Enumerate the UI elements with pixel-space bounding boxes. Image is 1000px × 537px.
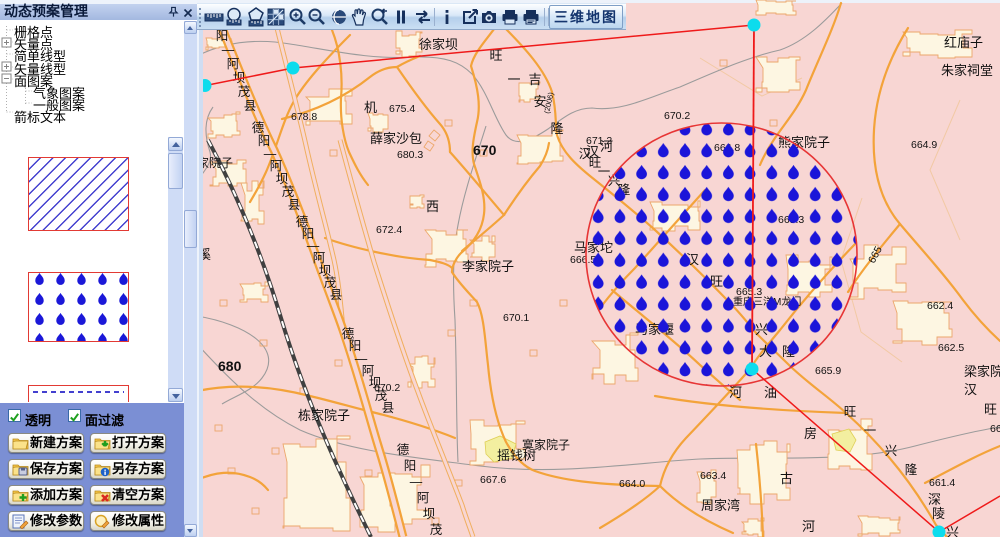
svg-text:吉: 吉: [528, 72, 541, 87]
svg-text:678.8: 678.8: [291, 111, 317, 123]
svg-text:662.5: 662.5: [938, 342, 964, 354]
svg-text:阳: 阳: [349, 339, 362, 353]
svg-text:阿: 阿: [313, 251, 326, 265]
svg-text:670.1: 670.1: [503, 312, 529, 324]
svg-text:周家湾: 周家湾: [701, 498, 740, 513]
svg-text:阳: 阳: [404, 459, 417, 473]
svg-text:阳: 阳: [216, 29, 229, 43]
svg-text:664.9: 664.9: [911, 139, 937, 151]
svg-text:李家院子: 李家院子: [462, 259, 514, 274]
svg-text:房: 房: [804, 426, 817, 441]
svg-text:茂: 茂: [238, 85, 251, 99]
svg-text:隆: 隆: [550, 121, 563, 136]
svg-text:茂: 茂: [282, 185, 295, 199]
svg-text:县: 县: [382, 401, 395, 415]
svg-text:摇钱树: 摇钱树: [497, 448, 536, 463]
svg-text:680: 680: [218, 358, 242, 374]
svg-text:汉: 汉: [586, 144, 599, 159]
svg-text:机: 机: [364, 100, 377, 115]
svg-text:河: 河: [729, 385, 742, 400]
svg-text:坝: 坝: [276, 172, 289, 186]
svg-text:河: 河: [600, 139, 613, 154]
svg-text:隆: 隆: [905, 462, 918, 477]
svg-text:兴: 兴: [885, 444, 898, 458]
svg-text:古: 古: [780, 471, 793, 486]
svg-text:陵: 陵: [932, 506, 945, 521]
svg-text:670: 670: [473, 142, 497, 158]
svg-text:旺: 旺: [489, 48, 502, 63]
svg-text:德: 德: [252, 120, 265, 135]
svg-text:油: 油: [764, 385, 777, 400]
svg-text:徐家坝: 徐家坝: [419, 37, 458, 52]
svg-text:675.4: 675.4: [389, 103, 415, 115]
svg-text:深: 深: [928, 492, 941, 507]
svg-text:680.3: 680.3: [397, 149, 423, 161]
svg-text:661.4: 661.4: [929, 477, 955, 489]
svg-text:坝: 坝: [423, 507, 436, 521]
svg-text:一: 一: [864, 424, 877, 438]
svg-text:670.2: 670.2: [664, 110, 690, 122]
svg-text:—: —: [410, 475, 423, 489]
svg-text:德: 德: [397, 442, 410, 457]
svg-text:阿: 阿: [227, 57, 240, 71]
svg-text:梁家院: 梁家院: [964, 364, 1000, 379]
svg-text:薛家沙包: 薛家沙包: [370, 131, 422, 146]
svg-text:663.4: 663.4: [700, 470, 726, 482]
svg-text:672.4: 672.4: [376, 224, 402, 236]
svg-text:县: 县: [330, 288, 343, 302]
svg-text:66: 66: [990, 423, 1000, 435]
svg-text:阳: 阳: [258, 134, 271, 148]
svg-text:县: 县: [288, 198, 301, 212]
svg-text:红庙子: 红庙子: [944, 35, 983, 50]
svg-text:旺: 旺: [984, 402, 997, 417]
svg-text:667.6: 667.6: [480, 474, 506, 486]
svg-text:—: —: [222, 43, 235, 57]
svg-text:阿: 阿: [270, 159, 283, 173]
svg-text:朱家祠堂: 朱家祠堂: [941, 63, 993, 78]
svg-text:阿: 阿: [417, 491, 430, 505]
svg-text:旺: 旺: [844, 405, 857, 419]
svg-text:670.2: 670.2: [374, 382, 400, 394]
svg-text:664.0: 664.0: [619, 478, 645, 490]
svg-text:665.9: 665.9: [815, 365, 841, 377]
svg-text:栋家院子: 栋家院子: [298, 408, 350, 423]
svg-text:汉: 汉: [964, 382, 977, 397]
svg-text:县: 县: [244, 99, 257, 113]
svg-text:河: 河: [802, 519, 815, 534]
svg-text:662.4: 662.4: [927, 300, 953, 312]
svg-text:茂: 茂: [430, 523, 443, 537]
svg-text:西: 西: [426, 199, 439, 214]
svg-text:一: 一: [507, 72, 520, 87]
